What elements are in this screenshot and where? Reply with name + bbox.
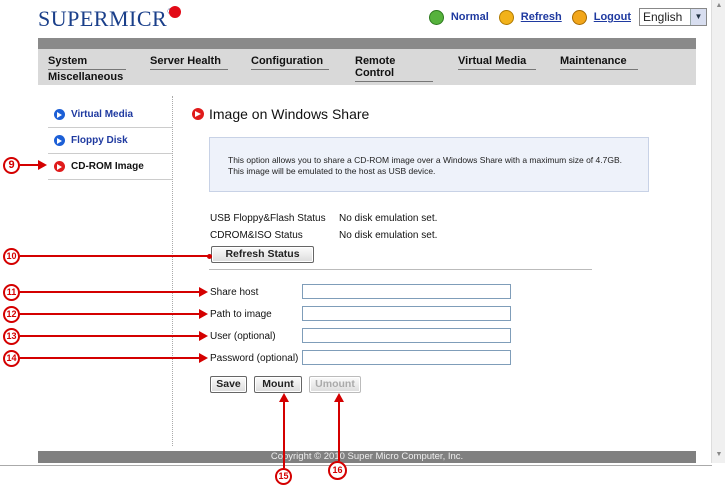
footer-line (0, 465, 712, 466)
callout-line-14 (20, 357, 200, 359)
nav-server-health[interactable]: Server Health (150, 55, 228, 70)
footer: Copyright © 2010 Super Micro Computer, I… (38, 451, 696, 463)
callout-11: 11 (3, 284, 20, 301)
callout-13: 13 (3, 328, 20, 345)
callout-line-15 (283, 400, 285, 468)
arrow-right-circle-icon (54, 160, 65, 172)
power-icon[interactable] (571, 9, 587, 25)
password-input[interactable] (302, 350, 511, 365)
arrow-right-circle-icon (54, 108, 65, 120)
callout-arrow-11 (199, 287, 208, 297)
section-divider (209, 269, 592, 270)
supermicro-logo: SUPERMICR® (38, 6, 182, 32)
check-circle-icon (428, 9, 444, 25)
info-text: This option allows you to share a CD-ROM… (228, 155, 622, 176)
callout-line-9 (20, 164, 40, 166)
main-nav: System Server Health Configuration Remot… (38, 49, 696, 85)
user-input[interactable] (302, 328, 511, 343)
scroll-down-icon[interactable]: ▼ (714, 451, 724, 461)
callout-9: 9 (3, 157, 20, 174)
logout-link[interactable]: Logout (594, 11, 631, 23)
user-label: User (optional) (210, 331, 276, 342)
info-box: This option allows you to share a CD-ROM… (209, 137, 649, 192)
refresh-icon[interactable] (498, 9, 514, 25)
language-select[interactable]: English ▼ (639, 8, 707, 26)
callout-12: 12 (3, 306, 20, 323)
nav-configuration[interactable]: Configuration (251, 55, 329, 70)
usb-floppy-status-value: No disk emulation set. (339, 213, 438, 224)
nav-top-strip (38, 38, 696, 49)
callout-dot-10 (207, 254, 212, 259)
callout-line-12 (20, 313, 200, 315)
refresh-link[interactable]: Refresh (521, 11, 562, 23)
callout-line-13 (20, 335, 200, 337)
callout-arrow-12 (199, 309, 208, 319)
sidebar-divider (172, 96, 173, 446)
cdrom-status-value: No disk emulation set. (339, 230, 438, 241)
usb-floppy-status-label: USB Floppy&Flash Status (210, 213, 326, 224)
sidebar-item-floppy-disk[interactable]: Floppy Disk (48, 127, 172, 154)
callout-15: 15 (275, 468, 292, 485)
arrow-right-circle-icon (54, 134, 65, 146)
nav-miscellaneous[interactable]: Miscellaneous (48, 71, 126, 85)
path-to-image-input[interactable] (302, 306, 511, 321)
top-toolbar: Normal Refresh Logout English ▼ (428, 8, 707, 26)
save-button[interactable]: Save (210, 376, 247, 393)
logo-dot-icon (169, 6, 182, 18)
scroll-up-icon[interactable]: ▲ (714, 2, 724, 12)
callout-line-11 (20, 291, 200, 293)
status-text: Normal (450, 11, 489, 23)
arrow-right-circle-icon (192, 108, 204, 120)
page-title: Image on Windows Share (192, 106, 369, 122)
mount-button[interactable]: Mount (254, 376, 302, 393)
share-host-label: Share host (210, 287, 259, 298)
callout-line-10 (20, 255, 210, 257)
callout-16: 16 (328, 461, 347, 480)
callout-arrow-14 (199, 353, 208, 363)
cdrom-status-label: CDROM&ISO Status (210, 230, 303, 241)
nav-system[interactable]: System (48, 55, 126, 70)
vertical-scrollbar[interactable]: ▲ ▼ (711, 0, 725, 463)
callout-10: 10 (3, 248, 20, 265)
umount-button: Umount (309, 376, 361, 393)
refresh-status-button[interactable]: Refresh Status (211, 246, 314, 263)
callout-arrow-9 (38, 160, 47, 170)
nav-remote-control[interactable]: Remote Control (355, 55, 433, 82)
chevron-down-icon[interactable]: ▼ (690, 9, 706, 25)
nav-maintenance[interactable]: Maintenance (560, 55, 638, 70)
copyright-text: Copyright © 2010 Super Micro Computer, I… (270, 451, 464, 462)
sidebar-item-virtual-media[interactable]: Virtual Media (48, 101, 172, 128)
callout-14: 14 (3, 350, 20, 367)
nav-virtual-media[interactable]: Virtual Media (458, 55, 536, 70)
sidebar-item-cdrom-image[interactable]: CD-ROM Image (48, 153, 172, 180)
password-label: Password (optional) (210, 353, 299, 364)
callout-arrow-13 (199, 331, 208, 341)
share-host-input[interactable] (302, 284, 511, 299)
path-to-image-label: Path to image (210, 309, 272, 320)
callout-line-16 (338, 400, 340, 461)
